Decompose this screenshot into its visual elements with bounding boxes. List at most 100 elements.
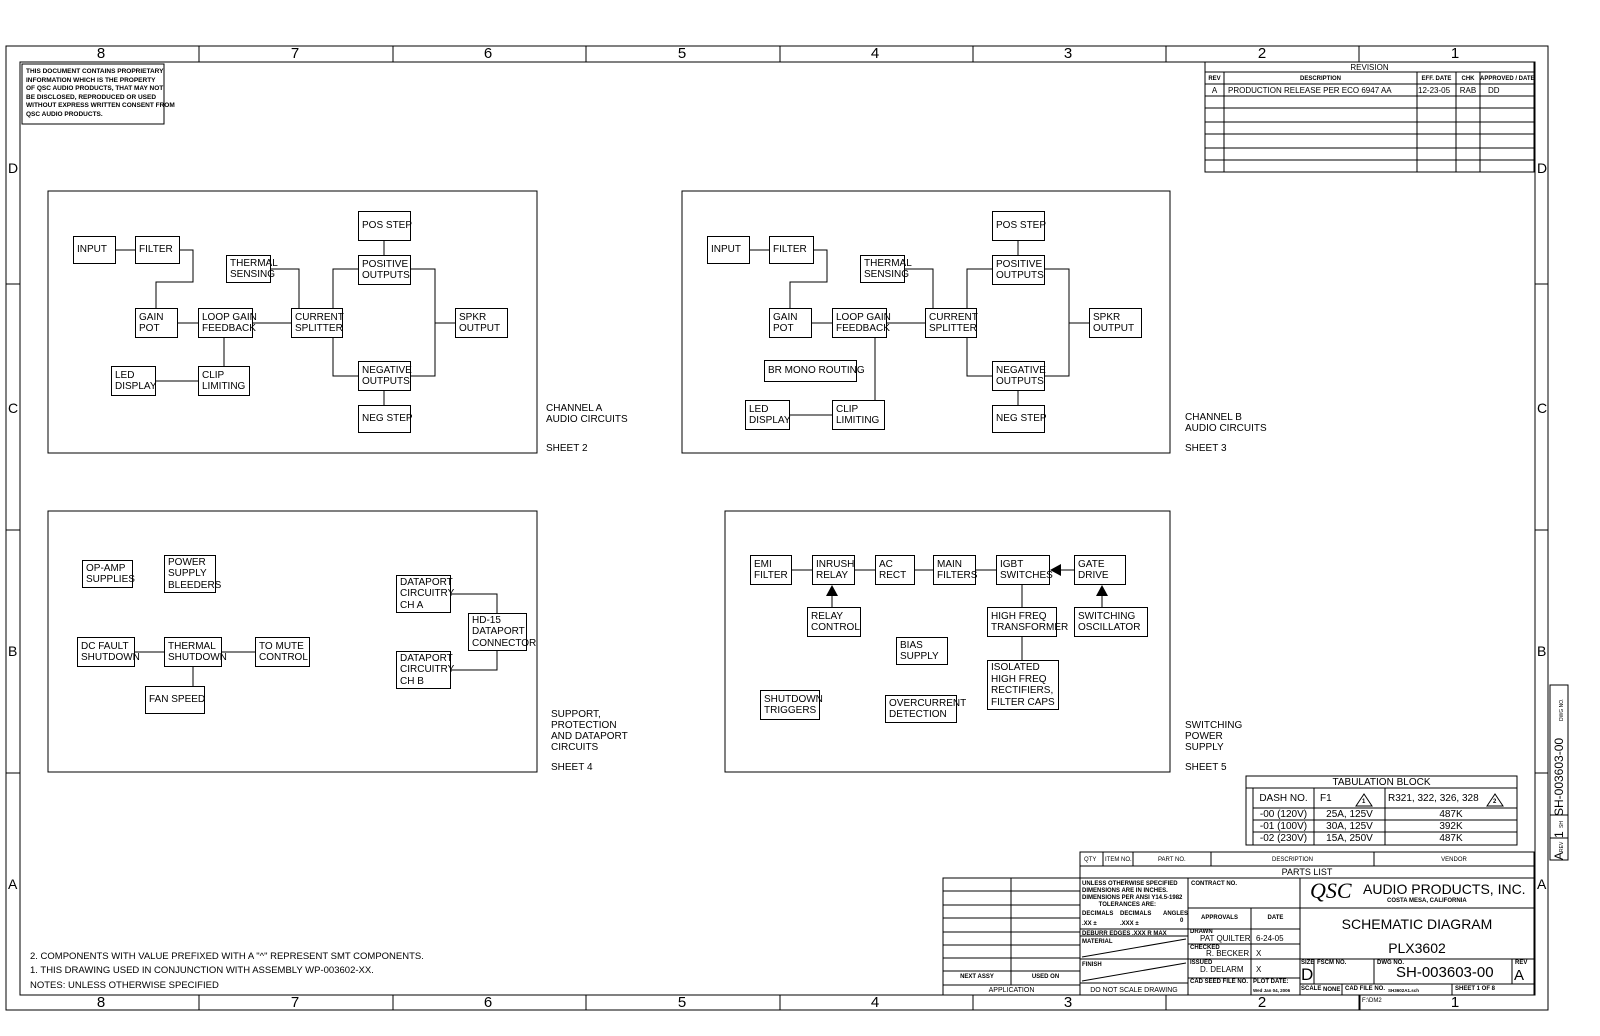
channel-a-sheet: SHEET 2 <box>546 443 588 454</box>
power-supply-block-ac-rect: AC RECT <box>875 555 915 585</box>
arrow-up-icon <box>826 585 838 596</box>
channel-b-caption: CHANNEL B AUDIO CIRCUITS <box>1185 412 1267 434</box>
zone-row-D: D <box>1537 160 1548 176</box>
parts-header-description: DESCRIPTION <box>1271 857 1313 863</box>
cad-seed-label: CAD SEED FILE NO. <box>1190 979 1249 985</box>
plot-date: Wed Jan 04, 2006 <box>1253 988 1291 993</box>
power-supply-block-main-filters: MAIN FILTERS <box>933 555 977 585</box>
zone-column-8: 8 <box>96 994 106 1011</box>
note-2: 2. COMPONENTS WITH VALUE PREFIXED WITH A… <box>30 951 424 962</box>
channel-a-caption: CHANNEL A AUDIO CIRCUITS <box>546 403 628 425</box>
checked-date: X <box>1256 949 1262 958</box>
channel-b-block-clip-limiting: CLIP LIMITING <box>832 400 885 430</box>
qsc-logo: QSC <box>1310 878 1352 903</box>
support-block-hd-15-dataport-connector: HD-15 DATAPORT CONNECTOR <box>468 613 536 651</box>
power-supply-caption: SWITCHING POWER SUPPLY <box>1185 720 1243 753</box>
tolerance-note: UNLESS OTHERWISE SPECIFIED DIMENSIONS AR… <box>1082 881 1183 908</box>
tabulation-cell: 15A, 250V <box>1326 833 1373 844</box>
connection-line <box>451 593 498 613</box>
support-block-dataport-circuitry-ch-b: DATAPORT CIRCUITRY CH B <box>396 651 454 689</box>
zone-column-8: 8 <box>96 45 106 62</box>
scale-label: SCALE <box>1301 986 1322 992</box>
tabulation-cell: -02 (230V) <box>1259 833 1308 844</box>
power-supply-block-relay-control: RELAY CONTROL <box>807 607 861 637</box>
model-number: PLX3602 <box>1388 940 1446 956</box>
power-supply-block-shutdown-triggers: SHUTDOWN TRIGGERS <box>760 690 823 720</box>
notes-heading: NOTES: UNLESS OTHERWISE SPECIFIED <box>30 980 219 991</box>
contract-no-label: CONTRACT NO. <box>1191 881 1237 887</box>
side-title-block: AREV 1 SH SH-003603-00 DWG NO. <box>1550 685 1568 861</box>
connection-line <box>411 268 436 377</box>
channel-b-block-pos-step: POS STEP <box>992 211 1046 241</box>
channel-b-block-input: INPUT <box>707 236 750 264</box>
power-supply-block-inrush-relay: INRUSH RELAY <box>812 555 855 585</box>
zone-column-5: 5 <box>677 994 687 1011</box>
company-name: AUDIO PRODUCTS, INC. <box>1363 881 1526 897</box>
revision-header-description: DESCRIPTION <box>1299 76 1341 82</box>
channel-b-block-filter: FILTER <box>769 236 814 264</box>
side-rev: A <box>1552 851 1566 860</box>
zone-row-A: A <box>8 876 18 892</box>
sheet-number: SHEET 1 OF 8 <box>1455 986 1496 992</box>
zone-column-7: 7 <box>290 45 300 62</box>
drawn-date: 6-24-05 <box>1256 934 1284 943</box>
support-block-op-amp-supplies: OP-AMP SUPPLIES <box>82 560 135 588</box>
channel-a-block-pos-step: POS STEP <box>358 211 412 241</box>
power-supply-block-switching-oscillator: SWITCHING OSCILLATOR <box>1074 607 1148 637</box>
channel-b-block-br-mono-routing: BR MONO ROUTING <box>764 360 865 382</box>
do-not-scale-note: DO NOT SCALE DRAWING <box>1090 987 1178 994</box>
zone-column-3: 3 <box>1063 45 1073 62</box>
size-value: D <box>1301 965 1314 984</box>
side-dwg-no: SH-003603-00 <box>1552 737 1566 816</box>
finish-label: FINISH <box>1082 962 1102 968</box>
channel-a-block-negative-outputs: NEGATIVE OUTPUTS <box>358 361 412 391</box>
revision-date: 12-23-05 <box>1418 86 1451 95</box>
revision-header-date: EFF. DATE <box>1421 76 1452 82</box>
channel-a-block-gain-pot: GAIN POT <box>135 308 178 338</box>
channel-b-block-negative-outputs: NEGATIVE OUTPUTS <box>992 361 1046 391</box>
tolerance-xx: .XX ± <box>1082 921 1097 927</box>
connection-line <box>451 651 498 671</box>
zone-row-A: A <box>1537 876 1547 892</box>
channel-a-block-loop-gain-feedback: LOOP GAIN FEEDBACK <box>198 308 257 338</box>
zone-column-6: 6 <box>483 45 493 62</box>
channel-b-block-led-display: LED DISPLAY <box>745 400 791 430</box>
support-block-to-mute-control: TO MUTE CONTROL <box>255 637 310 667</box>
tabulation-header-f1: F1 <box>1320 793 1332 804</box>
channel-a-block-spkr-output: SPKR OUTPUT <box>455 308 508 338</box>
tabulation-cell: 487K <box>1439 833 1463 844</box>
revision-description: PRODUCTION RELEASE PER ECO 6947 AA <box>1228 86 1392 95</box>
tabulation-cell: -01 (100V) <box>1259 821 1308 832</box>
connection-line <box>966 268 992 308</box>
channel-b-sheet: SHEET 3 <box>1185 443 1227 454</box>
channel-b-block-spkr-output: SPKR OUTPUT <box>1089 308 1142 338</box>
channel-a-block-thermal-sensing: THERMAL SENSING <box>226 255 278 283</box>
decimals-label-2: DECIMALS <box>1120 911 1152 917</box>
revision-flag-1: 1 <box>1362 799 1366 805</box>
zone-row-B: B <box>1537 643 1547 659</box>
rev-value: A <box>1514 967 1525 984</box>
power-supply-block-isolated-high-freq-rectifiers-filter-caps: ISOLATED HIGH FREQ RECTIFIERS, FILTER CA… <box>987 660 1059 710</box>
connection-line <box>332 268 358 308</box>
power-supply-block-bias-supply: BIAS SUPPLY <box>896 637 948 665</box>
revision-header-approved: APPROVED / DATE <box>1480 76 1535 82</box>
power-supply-block-emi-filter: EMI FILTER <box>750 555 792 585</box>
tabulation-cell: 487K <box>1439 809 1463 820</box>
channel-b-block-neg-step: NEG STEP <box>992 405 1047 433</box>
support-block-fan-speed: FAN SPEED <box>145 686 205 714</box>
tabulation-title: TABULATION BLOCK <box>1332 777 1431 788</box>
zone-row-B: B <box>8 643 18 659</box>
deburr-note: DEBURR EDGES .XXX R MAX <box>1082 931 1167 937</box>
zone-column-3: 3 <box>1063 994 1073 1011</box>
parts-header-qty: QTY <box>1084 857 1097 863</box>
power-supply-block-igbt-switches: IGBT SWITCHES <box>996 555 1053 585</box>
tabulation-header-dash: DASH NO. <box>1259 793 1308 804</box>
zone-column-1: 1 <box>1450 45 1460 62</box>
file-path: F:\DM2 <box>1362 998 1382 1004</box>
channel-a-block-current-splitter: CURRENT SPLITTER <box>291 308 344 338</box>
side-dwg-label: DWG NO. <box>1559 698 1565 722</box>
drawing-linework <box>5 45 1569 1011</box>
side-rev-label: REV <box>1559 841 1565 852</box>
used-on-label: USED ON <box>1031 974 1060 980</box>
angles-label: ANGLES <box>1163 911 1189 917</box>
